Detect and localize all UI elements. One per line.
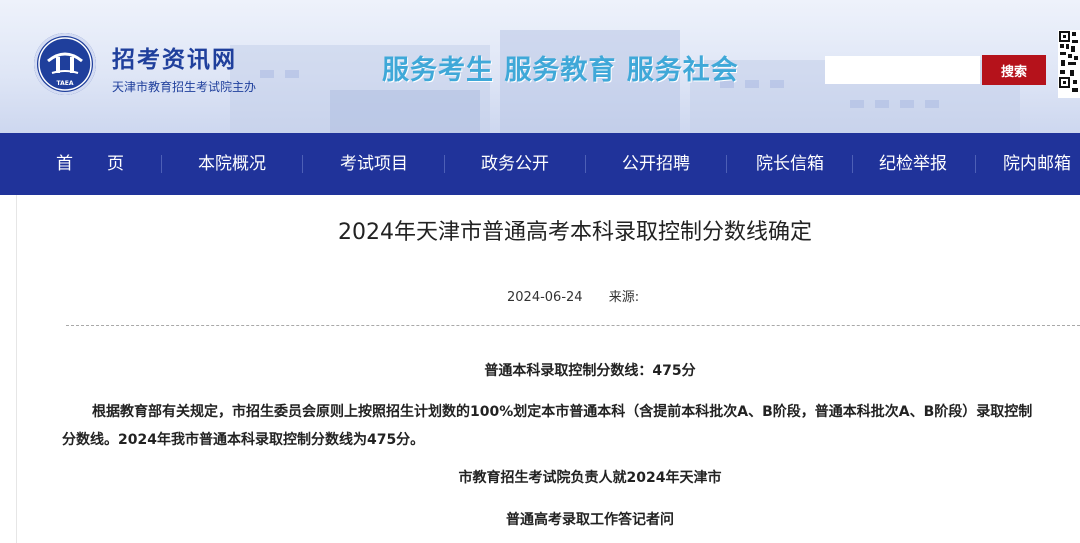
slogan: 服务考生 服务教育 服务社会 xyxy=(382,55,739,86)
article-subtitle: 普通本科录取控制分数线：475分 xyxy=(484,363,696,379)
article-paragraph-line: 分数线。2024年我市普通本科录取控制分数线为475分。 xyxy=(62,432,425,448)
nav-separator xyxy=(852,155,853,173)
nav-separator xyxy=(975,155,976,173)
nav-separator xyxy=(302,155,303,173)
taea-logo-icon[interactable]: TAEA xyxy=(34,33,96,95)
main-nav: 首 页 本院概况 考试项目 政务公开 公开招聘 院长信箱 纪检举报 院内邮箱 xyxy=(0,133,1080,195)
article-divider xyxy=(66,325,1080,326)
site-subtitle: 天津市教育招生考试院主办 xyxy=(112,80,257,94)
nav-item-internal-mail[interactable]: 院内邮箱 xyxy=(1003,133,1071,195)
banner-building xyxy=(330,90,480,133)
banner-window xyxy=(285,70,299,78)
nav-item-public-affairs[interactable]: 政务公开 xyxy=(481,133,549,195)
article-meta: 2024-06-24 来源: xyxy=(507,286,639,305)
nav-item-president-mailbox[interactable]: 院长信箱 xyxy=(756,133,824,195)
article-paragraph-line: 根据教育部有关规定，市招生委员会原则上按照招生计划数的100%划定本市普通本科（… xyxy=(92,404,1033,420)
nav-item-exams[interactable]: 考试项目 xyxy=(340,133,408,195)
article-date: 2024-06-24 xyxy=(507,290,583,305)
nav-separator xyxy=(161,155,162,173)
header-banner: TAEA 招考资讯网 天津市教育招生考试院主办 服务考生 服务教育 服务社会 搜… xyxy=(0,0,1080,133)
nav-item-about[interactable]: 本院概况 xyxy=(198,133,266,195)
article-source-label: 来源: xyxy=(608,290,640,305)
search-button[interactable]: 搜索 xyxy=(982,55,1046,85)
banner-window xyxy=(875,100,889,108)
section-heading: 市教育招生考试院负责人就2024年天津市 xyxy=(458,470,722,486)
section-heading: 普通高考录取工作答记者问 xyxy=(506,512,674,528)
site-name[interactable]: 招考资讯网 xyxy=(112,40,237,74)
nav-item-recruitment[interactable]: 公开招聘 xyxy=(622,133,690,195)
article-title: 2024年天津市普通高考本科录取控制分数线确定 xyxy=(338,220,812,245)
nav-separator xyxy=(585,155,586,173)
banner-window xyxy=(900,100,914,108)
nav-item-discipline-report[interactable]: 纪检举报 xyxy=(879,133,947,195)
banner-window xyxy=(770,80,784,88)
banner-window xyxy=(260,70,274,78)
banner-window xyxy=(745,80,759,88)
search-input[interactable] xyxy=(825,56,980,84)
banner-window xyxy=(850,100,864,108)
banner-window xyxy=(925,100,939,108)
nav-item-home[interactable]: 首 页 xyxy=(56,133,124,195)
qr-code-icon xyxy=(1058,30,1080,98)
logo-text: TAEA xyxy=(56,80,73,87)
nav-separator xyxy=(444,155,445,173)
nav-separator xyxy=(726,155,727,173)
